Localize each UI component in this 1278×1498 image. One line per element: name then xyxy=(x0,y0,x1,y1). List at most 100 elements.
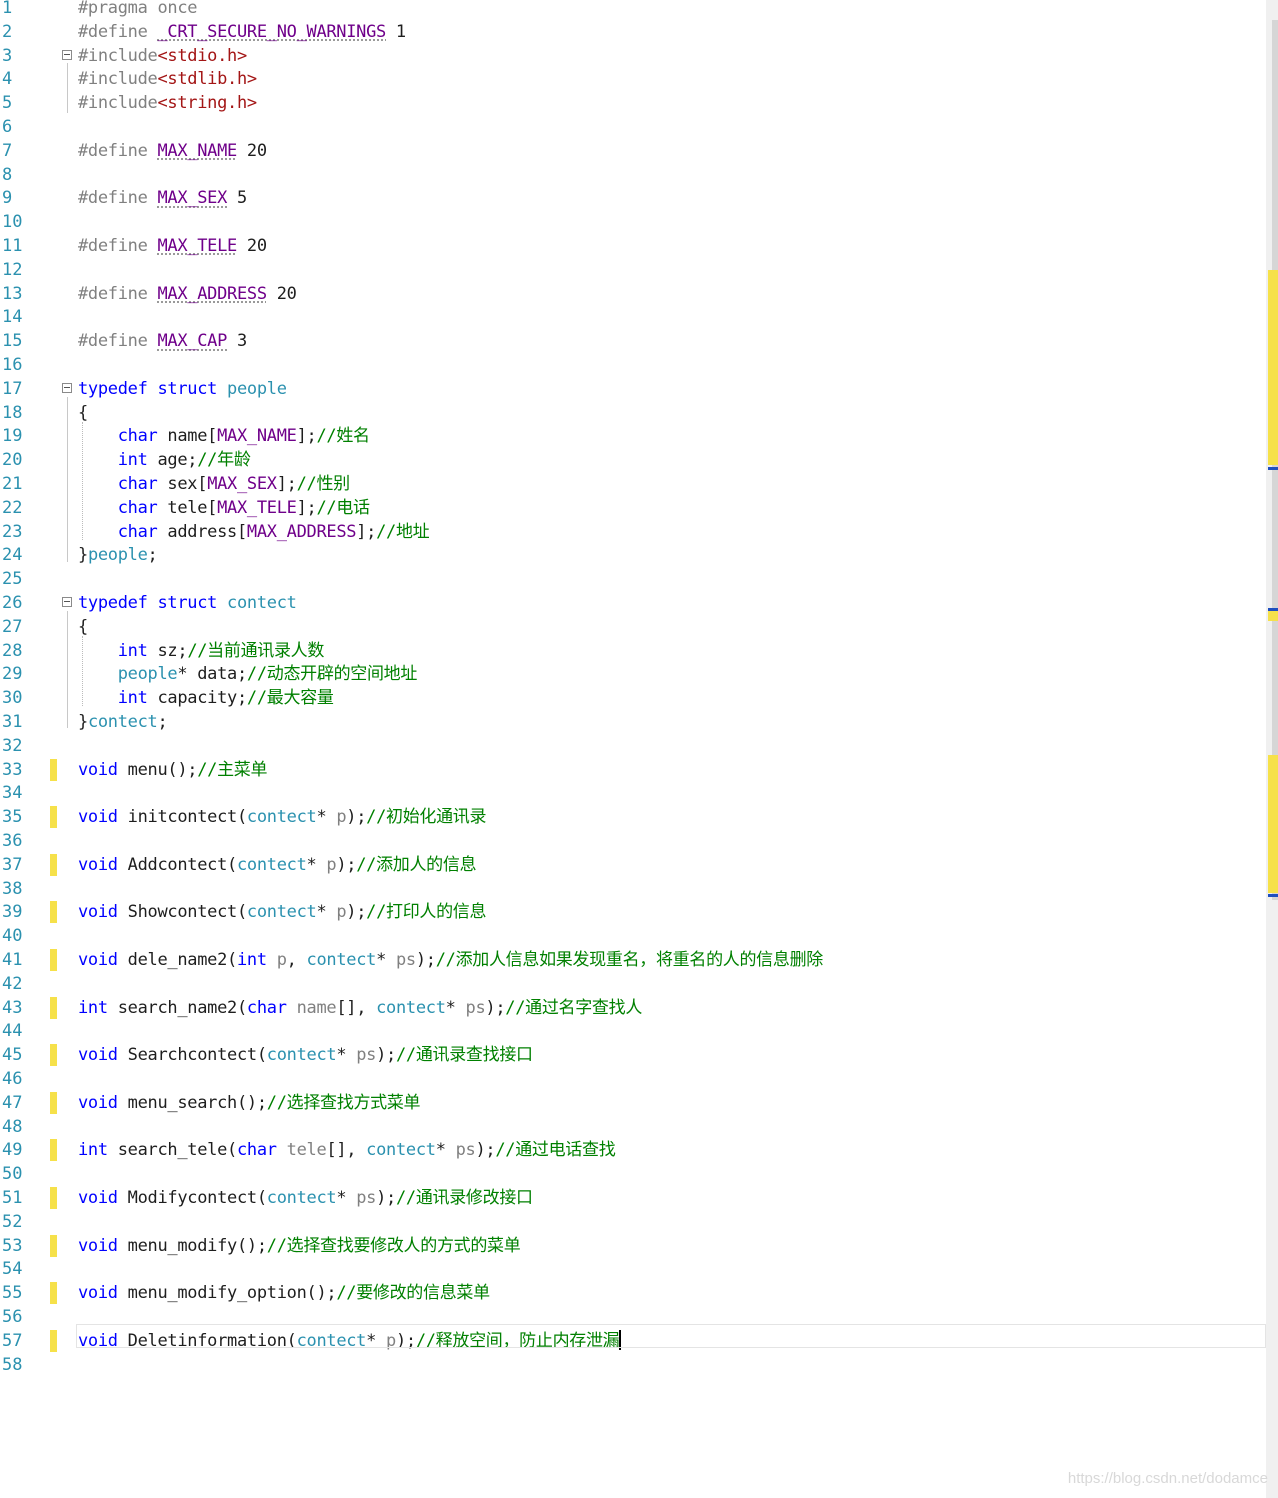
code-line[interactable]: 49 int search_tele(char tele[], contect* … xyxy=(0,1138,1266,1162)
code-text: char tele[MAX_TELE];//电话 xyxy=(78,496,370,520)
code-line[interactable]: 46 xyxy=(0,1067,1266,1091)
code-line[interactable]: 25 xyxy=(0,567,1266,591)
code-line[interactable]: 26 typedef struct contect xyxy=(0,591,1266,615)
code-line[interactable]: 41 void dele_name2(int p, contect* ps);//… xyxy=(0,948,1266,972)
code-token: ]; xyxy=(296,426,317,447)
code-line[interactable]: 47 void menu_search();//选择查找方式菜单 xyxy=(0,1091,1266,1115)
code-line[interactable]: 23 char address[MAX_ADDRESS];//地址 xyxy=(0,520,1266,544)
line-number: 25 xyxy=(2,569,23,590)
code-token: #define xyxy=(78,188,158,209)
code-line[interactable]: 52 xyxy=(0,1210,1266,1234)
collapse-toggle-icon[interactable] xyxy=(62,382,72,393)
code-line[interactable]: 44 xyxy=(0,1019,1266,1043)
code-token: Showcontect( xyxy=(117,902,248,923)
code-line[interactable]: 45 void Searchcontect(contect* ps);//通讯录查… xyxy=(0,1043,1266,1067)
code-line[interactable]: 28 int sz;//当前通讯录人数 xyxy=(0,639,1266,663)
code-token: //当前通讯录人数 xyxy=(187,640,325,661)
code-line[interactable]: 1 #pragma once xyxy=(0,0,1266,20)
code-token: age; xyxy=(147,450,198,471)
code-line[interactable]: 58 xyxy=(0,1353,1266,1377)
code-line[interactable]: 10 xyxy=(0,210,1266,234)
code-line[interactable]: 24}people; xyxy=(0,543,1266,567)
code-token: contect xyxy=(366,1140,436,1161)
indent-guide-contect xyxy=(82,636,84,706)
code-line[interactable]: 9 #define MAX_SEX 5 xyxy=(0,186,1266,210)
code-line[interactable]: 13 #define MAX_ADDRESS 20 xyxy=(0,282,1266,306)
code-line[interactable]: 18 { xyxy=(0,401,1266,425)
collapse-toggle-icon[interactable] xyxy=(62,49,72,60)
code-line[interactable]: 30 int capacity;//最大容量 xyxy=(0,686,1266,710)
change-marker xyxy=(50,996,57,1019)
line-number: 43 xyxy=(2,997,23,1018)
code-line[interactable]: 16 xyxy=(0,353,1266,377)
code-line[interactable]: 17 typedef struct people xyxy=(0,377,1266,401)
line-number: 31 xyxy=(2,712,23,732)
code-line[interactable]: 27 { xyxy=(0,615,1266,639)
code-line[interactable]: 6 xyxy=(0,115,1266,139)
code-token: capacity; xyxy=(147,688,247,709)
code-line[interactable]: 8 xyxy=(0,163,1266,187)
code-line[interactable]: 31}contect; xyxy=(0,710,1266,734)
code-line[interactable]: 54 xyxy=(0,1257,1266,1281)
code-token: //最大容量 xyxy=(246,688,334,709)
code-line[interactable]: 15 #define MAX_CAP 3 xyxy=(0,329,1266,353)
collapse-toggle-icon[interactable] xyxy=(62,597,72,607)
code-line[interactable]: 14 xyxy=(0,305,1266,329)
code-token: menu_modify(); xyxy=(117,1235,267,1256)
line-number: 48 xyxy=(2,1116,23,1137)
code-line[interactable]: 39 void Showcontect(contect* p);//打印人的信息 xyxy=(0,900,1266,924)
line-number: 9 xyxy=(2,188,13,209)
line-number: 21 xyxy=(2,474,23,494)
code-text: int sz;//当前通讯录人数 xyxy=(78,639,325,663)
code-line[interactable]: 32 xyxy=(0,734,1266,758)
code-token: * xyxy=(336,1188,357,1208)
code-line[interactable]: 37 void Addcontect(contect* p);//添加人的信息 xyxy=(0,853,1266,877)
line-number: 32 xyxy=(2,735,23,756)
code-line[interactable]: 20 int age;//年龄 xyxy=(0,448,1266,472)
change-marker xyxy=(50,853,57,876)
code-line[interactable]: 38 xyxy=(0,877,1266,901)
code-line[interactable]: 22 char tele[MAX_TELE];//电话 xyxy=(0,496,1266,520)
scroll-change-marker xyxy=(1268,611,1278,621)
code-token: ps xyxy=(356,1188,377,1208)
code-line[interactable]: 7 #define MAX_NAME 20 xyxy=(0,139,1266,163)
code-token: tele xyxy=(286,1140,327,1161)
code-text: char name[MAX_NAME];//姓名 xyxy=(78,424,370,448)
code-line[interactable]: 5 #include<string.h> xyxy=(0,91,1266,115)
fold-guide-people xyxy=(67,397,68,562)
code-line[interactable]: 48 xyxy=(0,1115,1266,1139)
code-text: char sex[MAX_SEX];//性别 xyxy=(78,472,350,496)
code-token: //通讯录查找接口 xyxy=(395,1045,533,1066)
code-line[interactable]: 35 void initcontect(contect* p);//初始化通讯录 xyxy=(0,805,1266,829)
line-number: 12 xyxy=(2,259,23,280)
code-token: typedef xyxy=(78,378,148,399)
code-line[interactable]: 4 #include<stdlib.h> xyxy=(0,67,1266,91)
code-line[interactable]: 42 xyxy=(0,972,1266,996)
code-token: void xyxy=(78,759,118,780)
code-line[interactable]: 2 #define _CRT_SECURE_NO_WARNINGS 1 xyxy=(0,20,1266,44)
code-line[interactable]: 11 #define MAX_TELE 20 xyxy=(0,234,1266,258)
code-line[interactable]: 43 int search_name2(char name[], contect*… xyxy=(0,996,1266,1020)
code-line[interactable]: 53 void menu_modify();//选择查找要修改人的方式的菜单 xyxy=(0,1234,1266,1258)
code-line[interactable]: 29 people* data;//动态开辟的空间地址 xyxy=(0,662,1266,686)
code-line[interactable]: 50 xyxy=(0,1162,1266,1186)
code-line[interactable]: 55 void menu_modify_option();//要修改的信息菜单 xyxy=(0,1281,1266,1305)
code-text: int age;//年龄 xyxy=(78,448,251,472)
code-token: //地址 xyxy=(376,521,430,542)
code-editor[interactable]: 1 #pragma once 2 #define _CRT_SECURE_NO_WAR… xyxy=(0,0,1266,1498)
code-line[interactable]: 21 char sex[MAX_SEX];//性别 xyxy=(0,472,1266,496)
code-token: people xyxy=(117,664,178,685)
code-line[interactable]: 36 xyxy=(0,829,1266,853)
code-line[interactable]: 12 xyxy=(0,258,1266,282)
code-line[interactable]: 19 char name[MAX_NAME];//姓名 xyxy=(0,424,1266,448)
change-marker xyxy=(50,1091,57,1114)
code-line[interactable]: 3 #include<stdio.h> xyxy=(0,44,1266,68)
code-line[interactable]: 40 xyxy=(0,924,1266,948)
code-line[interactable]: 51 void Modifycontect(contect* ps);//通讯录修… xyxy=(0,1186,1266,1210)
code-line[interactable]: 34 xyxy=(0,781,1266,805)
code-token: name[ xyxy=(157,426,218,447)
line-number: 6 xyxy=(2,117,13,137)
code-line[interactable]: 33 void menu();//主菜单 xyxy=(0,758,1266,782)
code-token: #define xyxy=(78,140,158,161)
